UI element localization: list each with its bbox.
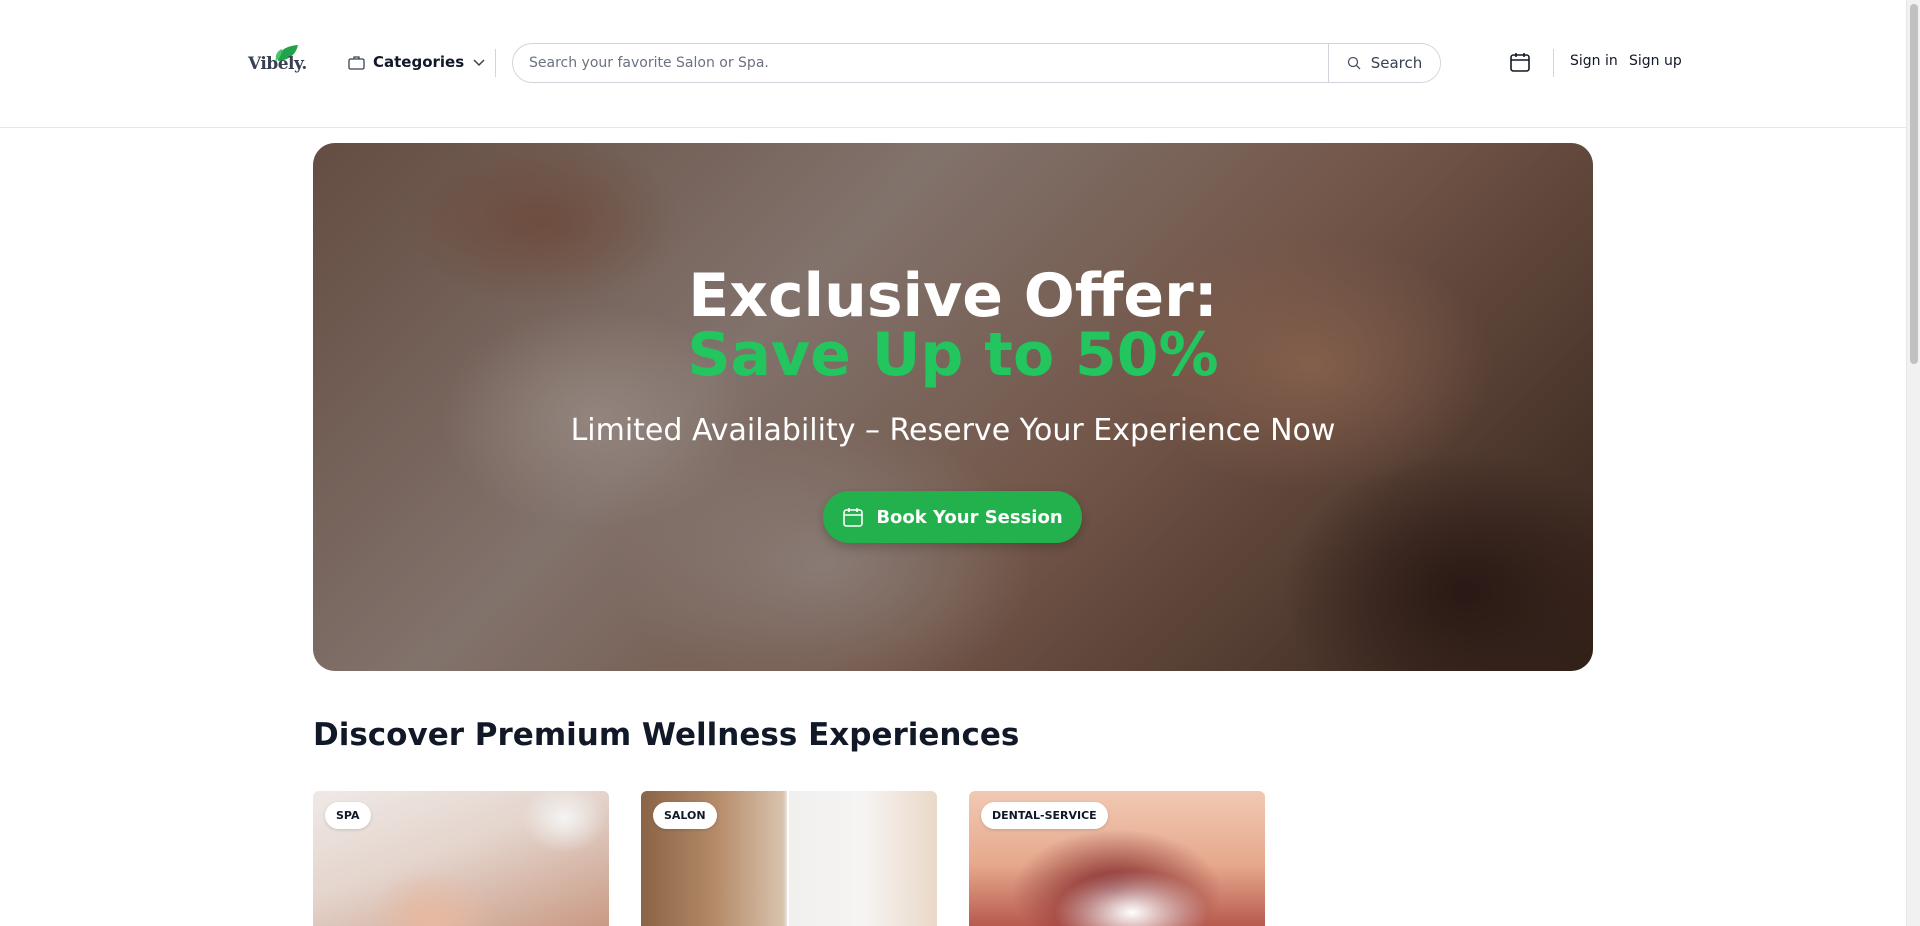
search-input[interactable] xyxy=(513,44,1328,82)
header-divider xyxy=(495,49,496,77)
search-bar: Search xyxy=(512,43,1441,83)
search-button-label: Search xyxy=(1370,54,1423,72)
category-badge: SPA xyxy=(325,802,371,829)
hero-title: Exclusive Offer: xyxy=(688,261,1218,331)
hero-title-highlight: Save Up to 50% xyxy=(687,320,1219,390)
book-session-button[interactable]: Book Your Session xyxy=(823,491,1082,543)
experience-card-spa[interactable]: SPA xyxy=(313,791,609,926)
logo-text: Vibely. xyxy=(248,54,307,74)
scrollbar-thumb[interactable] xyxy=(1910,4,1918,364)
chevron-down-icon xyxy=(473,59,485,67)
category-badge: SALON xyxy=(653,802,717,829)
section-title: Discover Premium Wellness Experiences xyxy=(313,717,1020,753)
hero-overlay xyxy=(313,143,1593,671)
search-button[interactable]: Search xyxy=(1328,44,1440,82)
experience-card-dental[interactable]: DENTAL-SERVICE xyxy=(969,791,1265,926)
search-icon xyxy=(1347,56,1361,70)
categories-label: Categories xyxy=(373,53,465,71)
vibely-logo[interactable]: Vibely. xyxy=(248,44,307,80)
experience-card-salon[interactable]: SALON xyxy=(641,791,937,926)
hero-subtitle: Limited Availability – Reserve Your Expe… xyxy=(570,413,1336,448)
sign-in-link[interactable]: Sign in xyxy=(1570,53,1618,69)
category-badge: DENTAL-SERVICE xyxy=(981,802,1108,829)
site-header: Vibely. Categories Search Sign in Sign u… xyxy=(0,0,1906,128)
sign-up-link[interactable]: Sign up xyxy=(1629,53,1682,69)
briefcase-icon xyxy=(348,55,365,70)
book-session-label: Book Your Session xyxy=(876,506,1063,528)
calendar-icon xyxy=(843,508,864,527)
header-divider xyxy=(1553,49,1554,77)
image-split xyxy=(787,791,789,926)
calendar-icon[interactable] xyxy=(1509,51,1531,73)
hero-banner: Exclusive Offer: Save Up to 50% Limited … xyxy=(313,143,1593,671)
categories-dropdown[interactable]: Categories xyxy=(348,50,486,74)
page-scrollbar[interactable] xyxy=(1906,0,1920,926)
